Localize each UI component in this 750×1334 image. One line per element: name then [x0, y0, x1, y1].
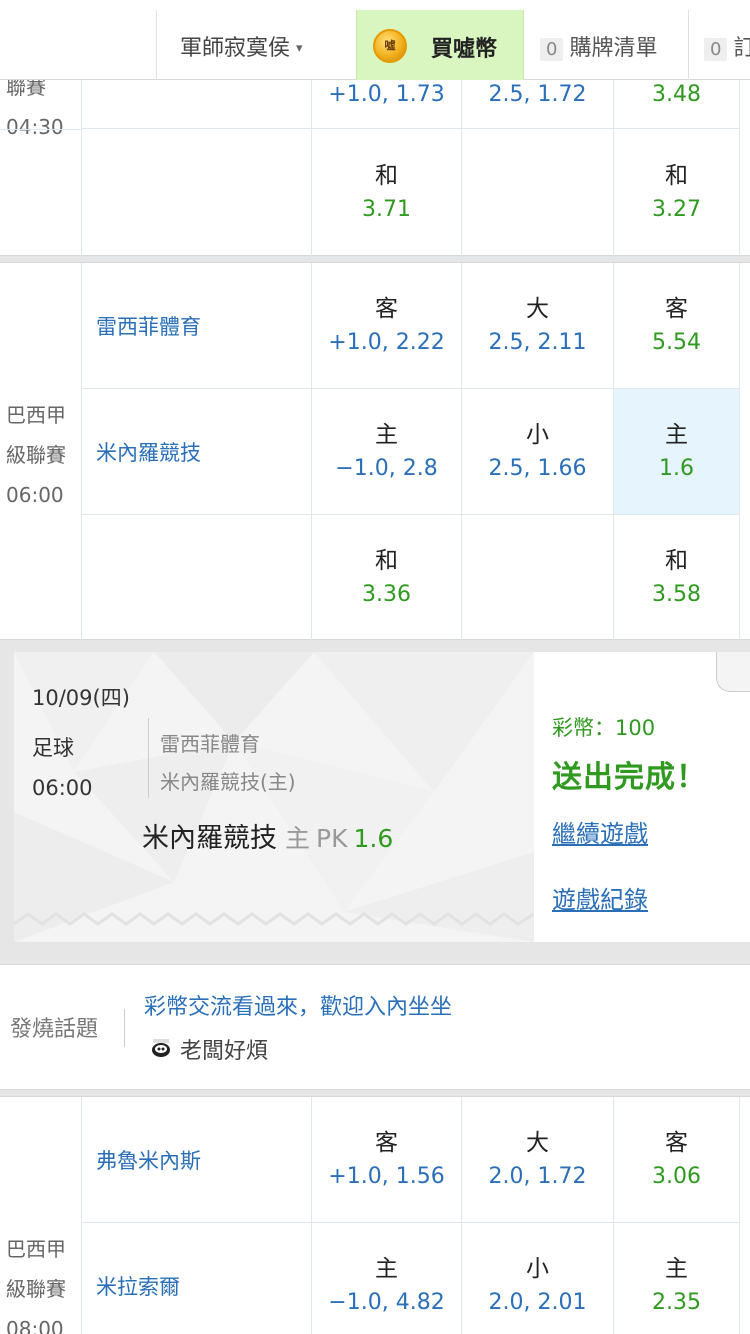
moneyline-odds[interactable]: 主 2.35: [614, 1223, 740, 1334]
total-odds[interactable]: 大 2.0, 1.72: [462, 1097, 614, 1223]
divider: [124, 1009, 125, 1047]
ticket-notch: [716, 652, 750, 692]
team-name: 米拉索爾: [96, 1274, 180, 1299]
team-cell: [82, 129, 312, 257]
coin-icon: 噓: [373, 29, 407, 63]
page: 軍師寂寞侯 ▾ 噓 買噓幣 0 購牌清單 0訂 聯賽 04:30 +1.0, 1.7…: [0, 0, 750, 1334]
handicap-odds[interactable]: 主 −1.0, 4.82: [312, 1223, 462, 1334]
buy-coins-label: 買噓幣: [431, 37, 498, 62]
team-cell: [82, 515, 312, 641]
pick-side: 主: [285, 824, 311, 853]
home-team: 米內羅競技(主): [160, 770, 296, 794]
away-team[interactable]: 雷西菲體育: [82, 263, 312, 389]
match-time: 04:30: [6, 115, 64, 139]
away-team[interactable]: 弗魯米內斯: [82, 1097, 312, 1223]
user-name: 軍師寂寞侯: [180, 36, 291, 61]
total-odds[interactable]: 大 2.5, 2.11: [462, 263, 614, 389]
hot-topic-label: 發燒話題: [10, 1017, 99, 1042]
hot-topic-bar[interactable]: 發燒話題 彩幣交流看過來，歡迎入內坐坐 老闆好煩: [0, 964, 750, 1090]
match-time: 06:00: [32, 776, 93, 800]
team-name: 雷西菲體育: [96, 314, 201, 339]
total-odds[interactable]: 小 2.0, 2.01: [462, 1223, 614, 1334]
home-team[interactable]: 米內羅競技: [82, 389, 312, 515]
submit-success-message: 送出完成！: [552, 760, 707, 795]
empty-cell: [462, 515, 614, 641]
pick-team: 米內羅競技: [142, 823, 277, 854]
user-avatar-icon: [152, 1039, 170, 1057]
game-history-link[interactable]: 遊戲紀錄: [552, 880, 648, 915]
orders-button[interactable]: 0訂: [704, 30, 750, 62]
league-cell: 巴西甲 級聯賽 08:00: [0, 1097, 82, 1334]
user-menu-button[interactable]: 軍師寂寞侯 ▾: [180, 30, 303, 62]
top-nav-bar: 軍師寂寞侯 ▾ 噓 買噓幣 0 購牌清單 0訂: [0, 0, 750, 80]
handicap-odds[interactable]: 主 −1.0, 2.8: [312, 389, 462, 515]
nav-divider: [688, 10, 689, 80]
league-cell: 巴西甲 級聯賽 06:00: [0, 263, 82, 641]
orders-count: 0: [704, 38, 728, 61]
confirmation-status: 彩幣：100 送出完成！ 繼續遊戲 遊戲紀錄: [534, 652, 750, 942]
draw-moneyline-odds[interactable]: 和 3.27: [614, 129, 740, 257]
handicap-odds[interactable]: 客 +1.0, 1.56: [312, 1097, 462, 1223]
sport-type: 足球: [32, 736, 74, 760]
match-date: 10/09(四): [32, 686, 130, 710]
empty-cell: [462, 129, 614, 257]
buy-coins-button[interactable]: 噓 買噓幣: [356, 10, 524, 80]
league-name: 級聯賽: [6, 443, 66, 467]
league-name: 巴西甲: [6, 403, 66, 427]
purchase-list-button[interactable]: 0 購牌清單: [540, 30, 657, 62]
purchase-list-label: 購牌清單: [569, 36, 658, 61]
bet-ticket: 10/09(四) 足球 06:00 雷西菲體育 米內羅競技(主) 米內羅競技主 P…: [14, 652, 750, 942]
topic-author: 老闆好煩: [180, 1039, 269, 1064]
away-team: 雷西菲體育: [160, 732, 260, 756]
hot-topic-title[interactable]: 彩幣交流看過來，歡迎入內坐坐: [144, 989, 452, 1021]
continue-game-link[interactable]: 繼續遊戲: [552, 814, 648, 849]
draw-handicap-odds[interactable]: 和 3.71: [312, 129, 462, 257]
league-name: 巴西甲: [6, 1237, 66, 1261]
pick-odds: 1.6: [353, 824, 394, 853]
total-odds[interactable]: 小 2.5, 1.66: [462, 389, 614, 515]
draw-moneyline-odds[interactable]: 和 3.58: [614, 515, 740, 641]
moneyline-odds[interactable]: 客 3.06: [614, 1097, 740, 1223]
moneyline-odds[interactable]: 客 5.54: [614, 263, 740, 389]
match-block: 巴西甲 級聯賽 08:00 弗魯米內斯 客 +1.0, 1.56 大 2.0, …: [0, 1096, 750, 1334]
moneyline-odds-selected[interactable]: 主 1.6: [614, 389, 740, 515]
match-block: 巴西甲 級聯賽 06:00 雷西菲體育 客 +1.0, 2.22 大 2.5, …: [0, 262, 750, 641]
chevron-down-icon: ▾: [296, 41, 303, 56]
team-name: 米內羅競技: [96, 440, 201, 465]
orders-label: 訂: [733, 36, 750, 61]
match-time: 08:00: [6, 1317, 64, 1334]
divider: [148, 718, 149, 798]
draw-handicap-odds[interactable]: 和 3.36: [312, 515, 462, 641]
credits-amount: 彩幣：100: [552, 716, 656, 740]
bet-confirmation-panel: 10/09(四) 足球 06:00 雷西菲體育 米內羅競技(主) 米內羅競技主 P…: [0, 640, 750, 958]
bet-pick: 米內羅競技主 PK 1.6: [142, 816, 393, 855]
purchase-list-count: 0: [540, 38, 564, 61]
home-team[interactable]: 米拉索爾: [82, 1223, 312, 1334]
handicap-odds[interactable]: 客 +1.0, 2.22: [312, 263, 462, 389]
league-name: 級聯賽: [6, 1277, 66, 1301]
match-time: 06:00: [6, 483, 64, 507]
pick-type: PK: [316, 824, 348, 853]
nav-divider: [156, 10, 157, 80]
team-name: 弗魯米內斯: [96, 1148, 201, 1173]
